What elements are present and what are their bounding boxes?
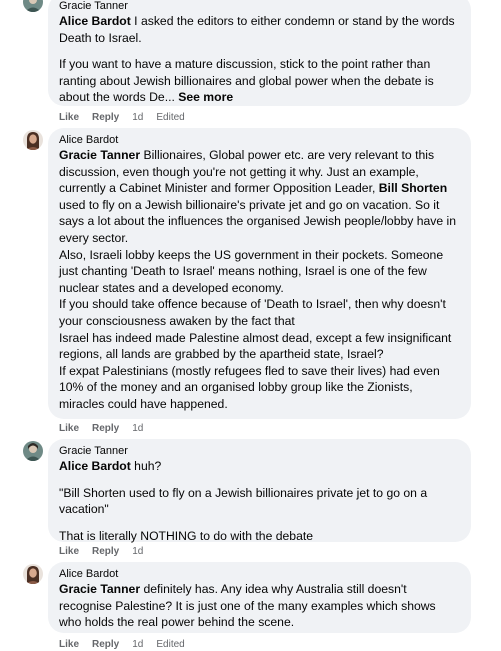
mention-alice-bardot[interactable]: Alice Bardot [59, 459, 131, 473]
comment-text: Gracie Tanner Billionaires, Global power… [59, 147, 460, 413]
comment-actions: Like Reply 1d Edited [59, 639, 198, 651]
comment-bubble: Gracie Tanner Alice Bardot I asked the e… [48, 0, 471, 106]
avatar[interactable] [23, 130, 43, 150]
mention-gracie-tanner[interactable]: Gracie Tanner [59, 148, 140, 162]
comment-text-segment: huh? [130, 459, 162, 473]
comment-actions: Like Reply 1d [59, 546, 156, 558]
like-button[interactable]: Like [59, 639, 79, 650]
comment-actions: Like Reply 1d Edited [59, 112, 198, 124]
comment-actions: Like Reply 1d [59, 423, 156, 435]
comment-text-segment: used to fly on a Jewish billionaire's pr… [59, 197, 457, 245]
comment-author[interactable]: Alice Bardot [59, 567, 460, 581]
see-more-link[interactable]: See more [178, 90, 233, 104]
comment-text: Alice Bardot I asked the editors to eith… [59, 13, 460, 106]
comment-author[interactable]: Alice Bardot [59, 133, 460, 147]
edited-label: Edited [156, 112, 185, 123]
timestamp[interactable]: 1d [132, 112, 143, 123]
edited-label: Edited [156, 639, 185, 650]
timestamp[interactable]: 1d [132, 546, 143, 557]
comment-text-segment: Also, Israeli lobby keeps the US governm… [59, 247, 444, 295]
reply-button[interactable]: Reply [92, 639, 119, 650]
comment-text-segment: If expat Palestinians (mostly refugees f… [59, 363, 440, 411]
mention-bill-shorten[interactable]: Bill Shorten [379, 181, 447, 195]
reply-button[interactable]: Reply [92, 112, 119, 123]
timestamp[interactable]: 1d [132, 423, 143, 434]
comment-author[interactable]: Gracie Tanner [59, 444, 460, 458]
avatar[interactable] [23, 564, 43, 584]
comment-bubble: Alice Bardot Gracie Tanner Billionaires,… [48, 128, 471, 419]
comment-text: Gracie Tanner definitely has. Any idea w… [59, 581, 460, 631]
comment-text-segment: If you want to have a mature discussion,… [59, 57, 434, 105]
comment-bubble: Alice Bardot Gracie Tanner definitely ha… [48, 562, 471, 633]
like-button[interactable]: Like [59, 112, 79, 123]
comment-bubble: Gracie Tanner Alice Bardot huh? "Bill Sh… [48, 439, 471, 544]
like-button[interactable]: Like [59, 423, 79, 434]
mention-alice-bardot[interactable]: Alice Bardot [59, 14, 131, 28]
comment-text-segment: That is literally NOTHING to do with the… [59, 528, 314, 543]
timestamp[interactable]: 1d [132, 639, 143, 650]
avatar[interactable] [23, 441, 43, 461]
reply-button[interactable]: Reply [92, 546, 119, 557]
comment-text: Alice Bardot huh? "Bill Shorten used to … [59, 458, 460, 544]
avatar[interactable] [23, 0, 43, 12]
comment-author[interactable]: Gracie Tanner [59, 0, 460, 13]
comment-text-segment: "Bill Shorten used to fly on a Jewish bi… [59, 485, 428, 517]
reply-button[interactable]: Reply [92, 423, 119, 434]
mention-gracie-tanner[interactable]: Gracie Tanner [59, 582, 140, 596]
comment-text-segment: If you should take offence because of 'D… [59, 297, 446, 328]
like-button[interactable]: Like [59, 546, 79, 557]
comment-text-segment: Israel has indeed made Palestine almost … [59, 330, 452, 362]
